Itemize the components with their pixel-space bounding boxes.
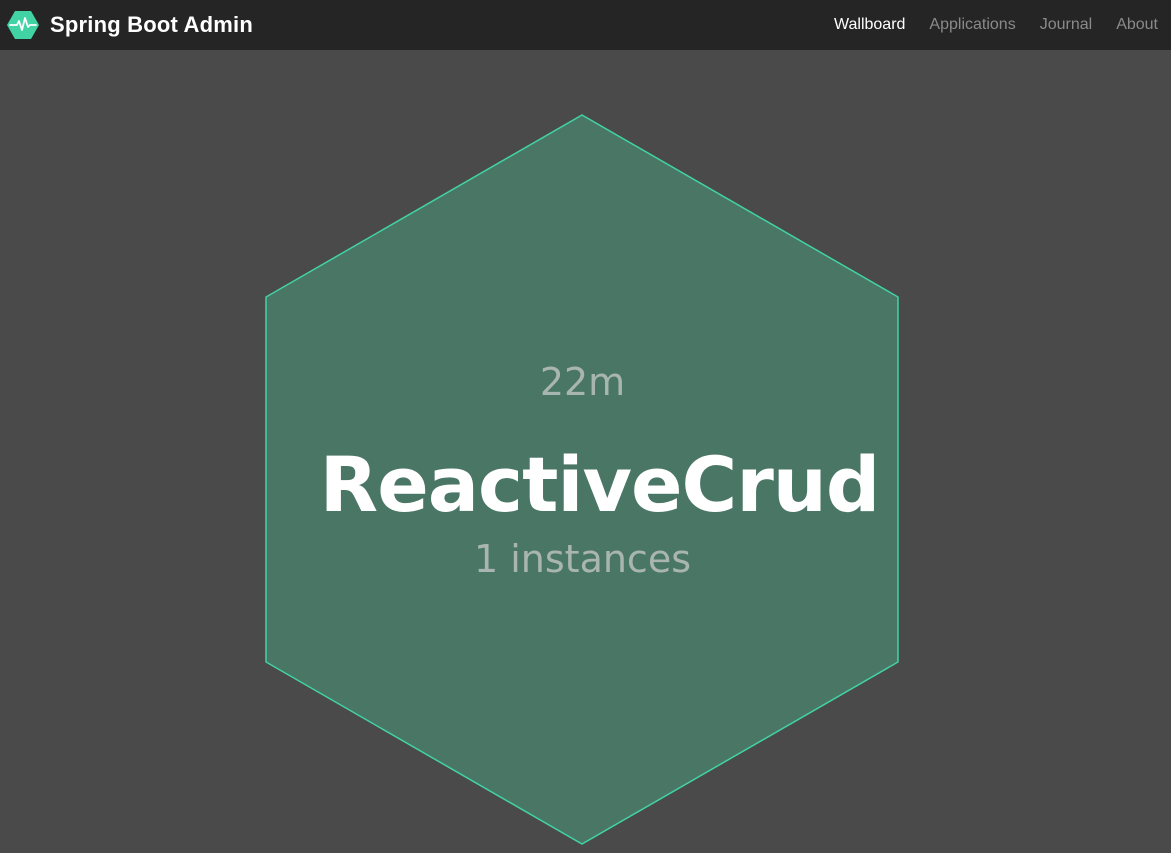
application-uptime: 22m bbox=[539, 360, 626, 404]
wallboard: 22m ReactiveCrud 1 instances bbox=[0, 50, 1171, 853]
nav-item-about[interactable]: About bbox=[1116, 16, 1158, 34]
nav-item-journal[interactable]: Journal bbox=[1040, 16, 1092, 34]
nav-item-wallboard[interactable]: Wallboard bbox=[834, 16, 905, 34]
application-instance-count: 1 instances bbox=[473, 537, 692, 581]
main-nav: Wallboard Applications Journal About bbox=[810, 0, 1158, 50]
brand[interactable]: Spring Boot Admin bbox=[7, 8, 253, 42]
top-navbar: Spring Boot Admin Wallboard Applications… bbox=[0, 0, 1171, 50]
application-name: ReactiveCrud bbox=[319, 440, 881, 529]
heartbeat-hexagon-icon bbox=[7, 9, 39, 41]
nav-item-applications[interactable]: Applications bbox=[929, 16, 1015, 34]
brand-title: Spring Boot Admin bbox=[50, 12, 254, 37]
